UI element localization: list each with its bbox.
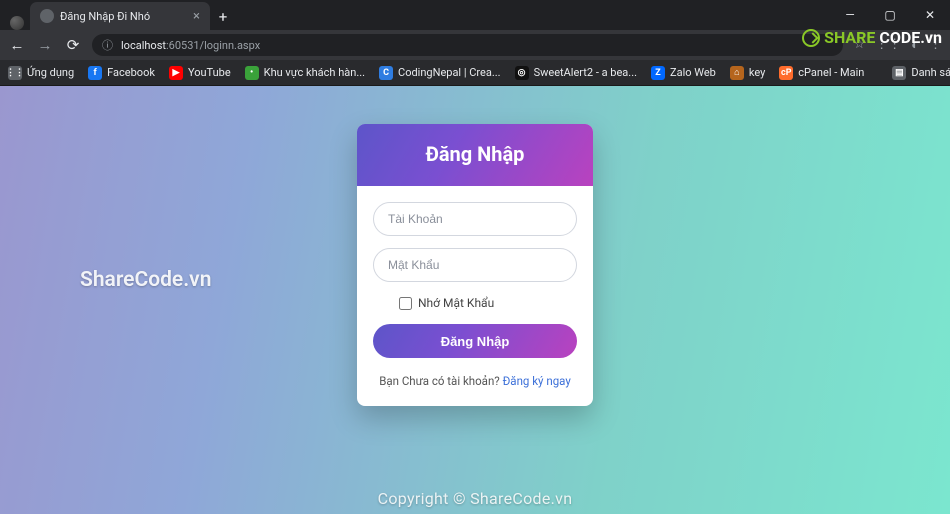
bookmark-list: f Facebook ▶ YouTube • Khu vực khách hàn... CC… — [88, 66, 864, 80]
remember-label: Nhớ Mật Khẩu — [418, 296, 494, 310]
bookmark-favicon-icon: • — [245, 66, 259, 80]
bookmark-item[interactable]: C CodingNepal | Crea... — [379, 66, 501, 80]
bookmark-item[interactable]: Z Zalo Web — [651, 66, 716, 80]
bookmark-item[interactable]: • Khu vực khách hàn... — [245, 66, 365, 80]
browser-tab-active[interactable]: Đăng Nhập Đi Nhó × — [30, 2, 210, 30]
bookmark-favicon-icon: C — [379, 66, 393, 80]
bookmark-label: Facebook — [107, 66, 155, 79]
bookmark-label: key — [749, 66, 765, 79]
reading-list-icon: ▤ — [892, 66, 906, 80]
side-watermark: ShareCode.vn — [80, 268, 211, 292]
bookmark-item[interactable]: ◎ SweetAlert2 - a bea... — [515, 66, 637, 80]
bookmark-label: YouTube — [188, 66, 231, 79]
browser-tab-strip: Đăng Nhập Đi Nhó × + — ▢ ✕ — [0, 0, 950, 30]
bookmarks-bar: ⋮⋮ Ứng dụng f Facebook ▶ YouTube • Khu vực kh… — [0, 60, 950, 86]
bookmark-item[interactable]: cP cPanel - Main — [779, 66, 864, 80]
star-icon[interactable]: ☆ — [853, 37, 865, 53]
bookmark-label: cPanel - Main — [798, 66, 864, 79]
login-card: Đăng Nhập Nhớ Mật Khẩu Đăng Nhập Bạn Chư… — [357, 124, 593, 406]
login-title: Đăng Nhập — [357, 124, 593, 186]
url-host: localhost — [121, 39, 166, 52]
omnibox[interactable]: ⓘ localhost:60531/loginn.aspx — [92, 34, 843, 56]
minimize-button[interactable]: — — [830, 0, 870, 30]
remember-row[interactable]: Nhớ Mật Khẩu — [399, 296, 577, 310]
apps-icon: ⋮⋮ — [8, 66, 22, 80]
menu-icon[interactable]: ⋮ — [929, 37, 942, 53]
bookmark-label: Khu vực khách hàn... — [264, 66, 365, 79]
url-path: :60531/loginn.aspx — [166, 39, 260, 52]
bookmark-label: SweetAlert2 - a bea... — [534, 66, 637, 79]
bookmark-item[interactable]: ⌂ key — [730, 66, 765, 80]
reload-button[interactable]: ⟳ — [64, 36, 82, 54]
window-controls: — ▢ ✕ — [830, 0, 950, 30]
favicon-icon — [40, 9, 54, 23]
apps-button[interactable]: ⋮⋮ Ứng dụng — [8, 66, 74, 80]
extensions-icon[interactable]: ⋮⋮ — [875, 37, 901, 53]
no-account-text: Bạn Chưa có tài khoản? — [379, 374, 502, 388]
bookmark-favicon-icon: ⌂ — [730, 66, 744, 80]
site-info-icon[interactable]: ⓘ — [102, 37, 113, 53]
bookmark-item[interactable]: f Facebook — [88, 66, 155, 80]
back-button[interactable]: ← — [8, 36, 26, 54]
new-tab-button[interactable]: + — [210, 8, 236, 30]
signup-link[interactable]: Đăng ký ngay — [503, 374, 571, 388]
bookmark-favicon-icon: ▶ — [169, 66, 183, 80]
profile-icon[interactable]: ◐ — [911, 37, 919, 53]
bookmark-item[interactable]: ▶ YouTube — [169, 66, 231, 80]
login-form: Nhớ Mật Khẩu Đăng Nhập Bạn Chưa có tài k… — [357, 186, 593, 406]
toolbar-icons: ☆ ⋮⋮ ◐ ⋮ — [853, 37, 942, 53]
bookmark-favicon-icon: ◎ — [515, 66, 529, 80]
password-input[interactable] — [373, 248, 577, 282]
bottom-watermark: Copyright © ShareCode.vn — [378, 489, 573, 508]
close-window-button[interactable]: ✕ — [910, 0, 950, 30]
app-menu-icon[interactable] — [10, 16, 24, 30]
close-tab-icon[interactable]: × — [193, 9, 200, 24]
remember-checkbox[interactable] — [399, 297, 412, 310]
signup-footer: Bạn Chưa có tài khoản? Đăng ký ngay — [373, 374, 577, 388]
bookmark-label: CodingNepal | Crea... — [398, 66, 501, 79]
reading-list-button[interactable]: ▤ Danh sách đọc — [892, 66, 950, 80]
page-viewport: SHARECODE.vn ShareCode.vn Đăng Nhập Nhớ … — [0, 86, 950, 514]
bookmark-label: Zalo Web — [670, 66, 716, 79]
bookmark-favicon-icon: cP — [779, 66, 793, 80]
login-button[interactable]: Đăng Nhập — [373, 324, 577, 358]
bookmark-favicon-icon: f — [88, 66, 102, 80]
reading-list-label: Danh sách đọc — [911, 66, 950, 79]
tab-title: Đăng Nhập Đi Nhó — [60, 10, 187, 23]
maximize-button[interactable]: ▢ — [870, 0, 910, 30]
username-input[interactable] — [373, 202, 577, 236]
address-bar: ← → ⟳ ⓘ localhost:60531/loginn.aspx ☆ ⋮⋮… — [0, 30, 950, 60]
bookmark-favicon-icon: Z — [651, 66, 665, 80]
apps-label: Ứng dụng — [27, 66, 74, 79]
forward-button[interactable]: → — [36, 36, 54, 54]
